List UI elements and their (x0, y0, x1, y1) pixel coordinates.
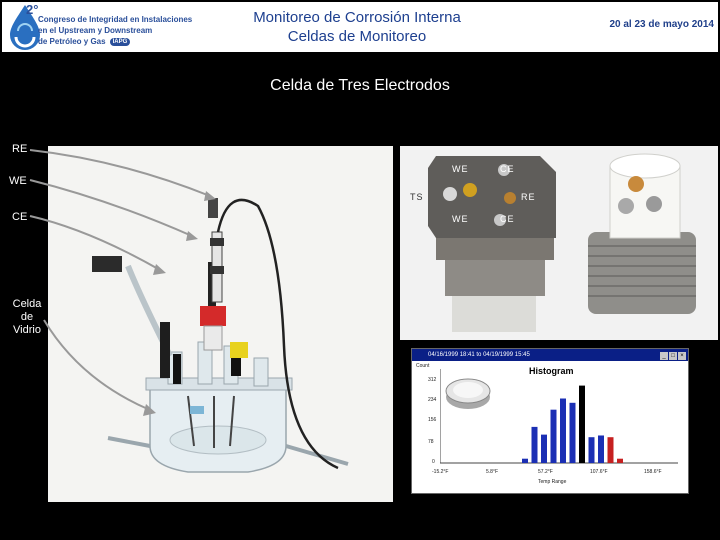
probe-label-re: RE (521, 192, 536, 202)
probe-label-ce-bottom: CE (500, 214, 515, 224)
probe-photos: WE CE TS RE WE CE (400, 146, 718, 340)
histogram-bar (607, 437, 614, 463)
y-tick-2: 156 (428, 417, 437, 423)
y-tick-0: 312 (428, 377, 437, 383)
y-tick-4: 0 (432, 459, 435, 465)
histogram-window: 04/16/1999 18:41 to 04/19/1999 15:45 _ □ ×… (411, 348, 689, 494)
minimize-icon[interactable]: _ (660, 352, 668, 360)
x-tick-2: 57.2°F (538, 469, 553, 475)
probe-label-we-bottom: WE (452, 214, 469, 224)
y-tick-1: 234 (428, 397, 437, 403)
x-tick-3: 107.6°F (590, 469, 608, 475)
histogram-bar (550, 409, 557, 463)
x-tick-1: 5.8°F (486, 469, 499, 475)
histogram-titlebar: 04/16/1999 18:41 to 04/19/1999 15:45 _ □ × (412, 349, 688, 361)
histogram-bar (598, 435, 604, 463)
histogram-bar (560, 398, 566, 463)
hist-ylabel: Count (416, 363, 430, 369)
probe-label-ce-top: CE (500, 164, 515, 174)
histogram-bar (569, 402, 576, 463)
histogram-bar (522, 458, 528, 463)
close-icon[interactable]: × (678, 352, 686, 360)
probe-label-we-top: WE (452, 164, 469, 174)
histogram-plot (440, 369, 678, 464)
x-tick-0: -15.2°F (432, 469, 449, 475)
probe-illustration (400, 146, 718, 340)
histogram-bar (579, 385, 585, 463)
probe-label-ts: TS (410, 192, 424, 202)
y-tick-3: 78 (428, 439, 434, 445)
histogram-bar (541, 434, 547, 463)
histogram-bar (588, 437, 595, 463)
x-tick-4: 158.6°F (644, 469, 662, 475)
hist-xlabel: Temp Range (538, 479, 567, 485)
histogram-bar (531, 426, 538, 463)
histogram-bar (617, 458, 623, 463)
maximize-icon[interactable]: □ (669, 352, 677, 360)
